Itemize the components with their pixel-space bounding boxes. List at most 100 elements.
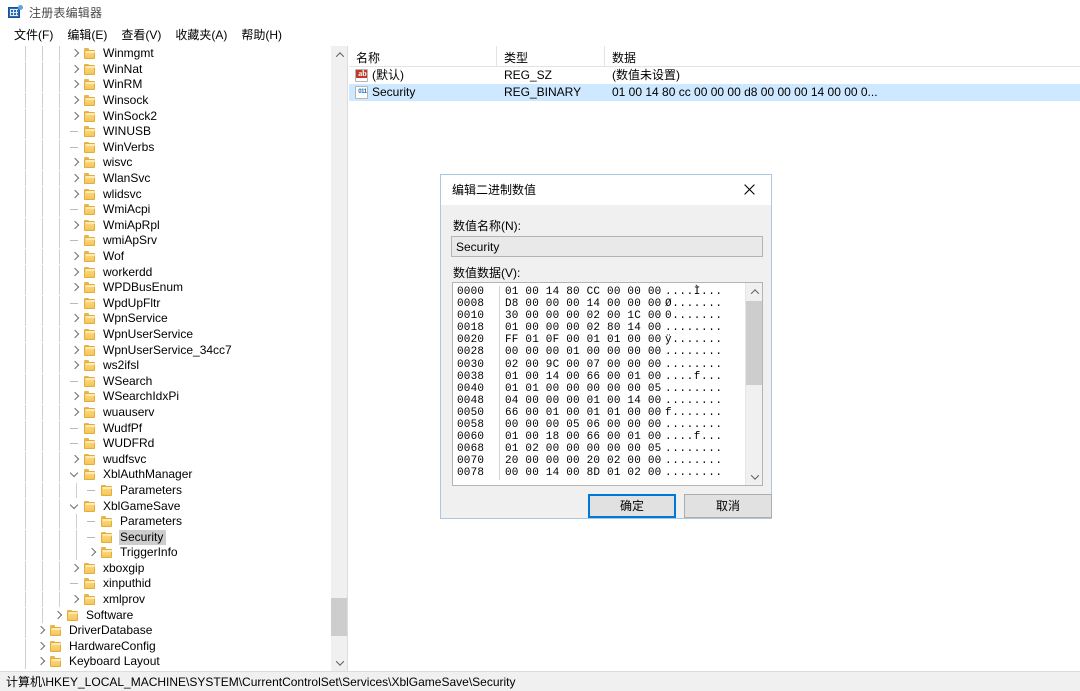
tree-item-wmiaprpl[interactable]: WmiApRpl bbox=[0, 218, 330, 234]
tree-scroll-down-button[interactable] bbox=[331, 654, 348, 671]
tree-scrollbar[interactable] bbox=[330, 46, 347, 671]
tree-item-triggerinfo[interactable]: TriggerInfo bbox=[0, 545, 330, 561]
chevron-right-icon[interactable] bbox=[68, 452, 84, 467]
tree-item-wlidsvc[interactable]: wlidsvc bbox=[0, 186, 330, 202]
hex-row[interactable]: 006001 00 18 00 66 00 01 00....f... bbox=[457, 431, 747, 443]
tree-item-winverbs[interactable]: WinVerbs bbox=[0, 140, 330, 156]
chevron-right-icon[interactable] bbox=[68, 343, 84, 358]
chevron-right-icon[interactable] bbox=[85, 545, 101, 560]
chevron-right-icon[interactable] bbox=[68, 218, 84, 233]
chevron-right-icon[interactable] bbox=[68, 280, 84, 295]
tree-item-wsearch[interactable]: WSearch bbox=[0, 373, 330, 389]
tree-item-winmgmt[interactable]: Winmgmt bbox=[0, 46, 330, 62]
menu-item-1[interactable]: 编辑(E) bbox=[60, 24, 114, 46]
chevron-right-icon[interactable] bbox=[68, 109, 84, 124]
hex-scrollbar-thumb[interactable] bbox=[746, 301, 763, 385]
tree-item-wmiacpi[interactable]: WmiAcpi bbox=[0, 202, 330, 218]
chevron-right-icon[interactable] bbox=[68, 389, 84, 404]
tree-item-wpnuserservice-34cc7[interactable]: WpnUserService_34cc7 bbox=[0, 342, 330, 358]
value-row[interactable]: (默认)REG_SZ(数值未设置) bbox=[349, 67, 1080, 84]
chevron-right-icon[interactable] bbox=[51, 608, 67, 623]
tree-item-winusb[interactable]: WINUSB bbox=[0, 124, 330, 140]
tree-item-wlansvc[interactable]: WlanSvc bbox=[0, 171, 330, 187]
chevron-right-icon[interactable] bbox=[68, 561, 84, 576]
tree-item-wudfrd[interactable]: WUDFRd bbox=[0, 436, 330, 452]
chevron-right-icon[interactable] bbox=[34, 623, 50, 638]
chevron-down-icon[interactable] bbox=[68, 499, 84, 514]
hex-row[interactable]: 005066 00 01 00 01 01 00 00f....... bbox=[457, 407, 747, 419]
menu-item-0[interactable]: 文件(F) bbox=[7, 24, 60, 46]
tree-item-xmlprov[interactable]: xmlprov bbox=[0, 592, 330, 608]
tree-item-driverdatabase[interactable]: DriverDatabase bbox=[0, 623, 330, 639]
registry-tree[interactable]: WinmgmtWinNatWinRMWinsockWinSock2WINUSBW… bbox=[0, 46, 330, 671]
tree-item-wmiapsrv[interactable]: wmiApSrv bbox=[0, 233, 330, 249]
tree-item-keyboard-layout[interactable]: Keyboard Layout bbox=[0, 654, 330, 670]
chevron-right-icon[interactable] bbox=[68, 405, 84, 420]
tree-item-winnat[interactable]: WinNat bbox=[0, 62, 330, 78]
tree-item-parameters[interactable]: Parameters bbox=[0, 483, 330, 499]
value-name-input[interactable] bbox=[451, 236, 763, 257]
tree-scroll-up-button[interactable] bbox=[331, 46, 348, 63]
chevron-right-icon[interactable] bbox=[68, 187, 84, 202]
hex-row[interactable]: 000001 00 14 80 CC 00 00 00....Ì... bbox=[457, 286, 747, 298]
chevron-right-icon[interactable] bbox=[34, 654, 50, 669]
tree-item-parameters[interactable]: Parameters bbox=[0, 514, 330, 530]
hex-row[interactable]: 004001 01 00 00 00 00 00 05........ bbox=[457, 383, 747, 395]
tree-item-winsock2[interactable]: WinSock2 bbox=[0, 108, 330, 124]
ok-button[interactable]: 确定 bbox=[588, 494, 676, 518]
tree-item-wsearchidxpi[interactable]: WSearchIdxPi bbox=[0, 389, 330, 405]
tree-item-xboxgip[interactable]: xboxgip bbox=[0, 561, 330, 577]
tree-item-wpnservice[interactable]: WpnService bbox=[0, 311, 330, 327]
column-header-name[interactable]: 名称 bbox=[349, 46, 497, 66]
hex-row[interactable]: 007800 00 14 00 8D 01 02 00........ bbox=[457, 467, 747, 479]
tree-item-xinputhid[interactable]: xinputhid bbox=[0, 576, 330, 592]
hex-row[interactable]: 002800 00 00 01 00 00 00 00........ bbox=[457, 346, 747, 358]
chevron-right-icon[interactable] bbox=[34, 639, 50, 654]
tree-item-software[interactable]: Software bbox=[0, 607, 330, 623]
chevron-right-icon[interactable] bbox=[68, 327, 84, 342]
chevron-right-icon[interactable] bbox=[68, 171, 84, 186]
hex-row[interactable]: 005800 00 00 05 06 00 00 00........ bbox=[457, 419, 747, 431]
tree-item-winrm[interactable]: WinRM bbox=[0, 77, 330, 93]
hex-scroll-up-button[interactable] bbox=[746, 283, 763, 300]
tree-item-xblgamesave[interactable]: XblGameSave bbox=[0, 498, 330, 514]
tree-item-wpdupfltr[interactable]: WpdUpFltr bbox=[0, 296, 330, 312]
hex-editor-content[interactable]: 000001 00 14 80 CC 00 00 00....Ì...0008D… bbox=[453, 283, 747, 486]
tree-item-wudfpf[interactable]: WudfPf bbox=[0, 420, 330, 436]
tree-item-wpnuserservice[interactable]: WpnUserService bbox=[0, 327, 330, 343]
tree-scrollbar-thumb[interactable] bbox=[331, 598, 348, 636]
hex-scrollbar[interactable] bbox=[745, 283, 762, 485]
hex-row[interactable]: 001801 00 00 00 02 80 14 00........ bbox=[457, 322, 747, 334]
chevron-right-icon[interactable] bbox=[68, 46, 84, 61]
cancel-button[interactable]: 取消 bbox=[684, 494, 772, 518]
menu-item-2[interactable]: 查看(V) bbox=[114, 24, 168, 46]
tree-item-wudfsvc[interactable]: wudfsvc bbox=[0, 451, 330, 467]
tree-item-ws2ifsl[interactable]: ws2ifsl bbox=[0, 358, 330, 374]
hex-row[interactable]: 006801 02 00 00 00 00 00 05........ bbox=[457, 443, 747, 455]
menu-item-4[interactable]: 帮助(H) bbox=[234, 24, 289, 46]
chevron-right-icon[interactable] bbox=[68, 311, 84, 326]
chevron-right-icon[interactable] bbox=[68, 62, 84, 77]
menu-item-3[interactable]: 收藏夹(A) bbox=[168, 24, 234, 46]
chevron-right-icon[interactable] bbox=[68, 155, 84, 170]
chevron-right-icon[interactable] bbox=[68, 77, 84, 92]
chevron-right-icon[interactable] bbox=[68, 592, 84, 607]
hex-scroll-down-button[interactable] bbox=[746, 468, 763, 485]
chevron-right-icon[interactable] bbox=[68, 249, 84, 264]
hex-row[interactable]: 003801 00 14 00 66 00 01 00....f... bbox=[457, 371, 747, 383]
values-list[interactable]: (默认)REG_SZ(数值未设置)SecurityREG_BINARY01 00… bbox=[349, 67, 1080, 101]
tree-item-wof[interactable]: Wof bbox=[0, 249, 330, 265]
chevron-right-icon[interactable] bbox=[68, 93, 84, 108]
hex-row[interactable]: 003002 00 9C 00 07 00 00 00........ bbox=[457, 359, 747, 371]
column-header-data[interactable]: 数据 bbox=[605, 46, 1080, 66]
tree-item-xblauthmanager[interactable]: XblAuthManager bbox=[0, 467, 330, 483]
tree-item-wpdbusenum[interactable]: WPDBusEnum bbox=[0, 280, 330, 296]
column-header-type[interactable]: 类型 bbox=[497, 46, 605, 66]
close-icon[interactable] bbox=[727, 175, 771, 204]
chevron-right-icon[interactable] bbox=[68, 358, 84, 373]
hex-row[interactable]: 001030 00 00 00 02 00 1C 000....... bbox=[457, 310, 747, 322]
chevron-right-icon[interactable] bbox=[68, 265, 84, 280]
hex-row[interactable]: 007020 00 00 00 20 02 00 00........ bbox=[457, 455, 747, 467]
tree-item-workerdd[interactable]: workerdd bbox=[0, 264, 330, 280]
hex-row[interactable]: 004804 00 00 00 01 00 14 00........ bbox=[457, 395, 747, 407]
